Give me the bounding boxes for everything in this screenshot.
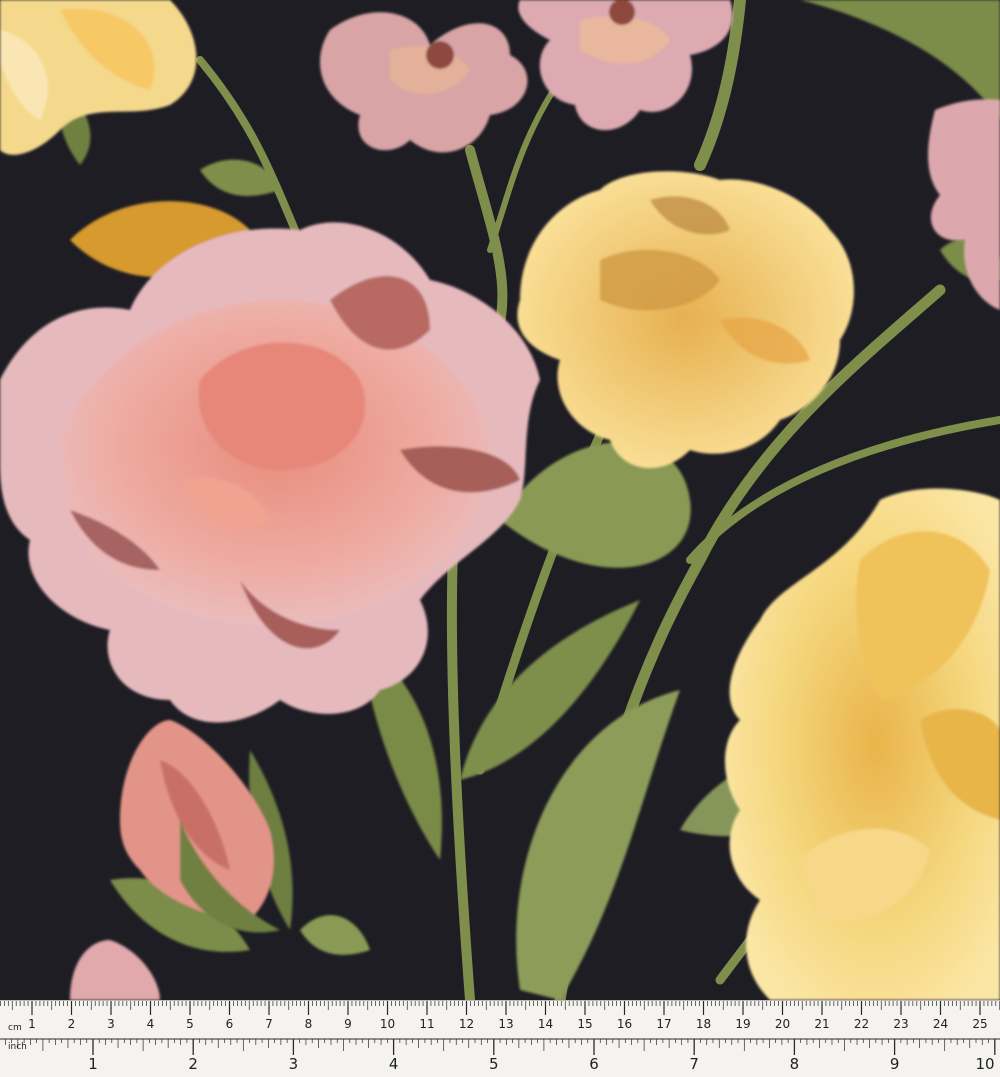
cm-tick-label: 18 xyxy=(695,1017,712,1031)
cm-tick-label: 4 xyxy=(146,1017,155,1031)
fabric-swatch-image: cm inch 1 2 3 4 5 6 7 8 9 10 11 12 13 14 15 16 17 18 19 20 2… xyxy=(0,0,1000,1077)
cm-tick-label: 5 xyxy=(186,1017,194,1031)
cm-tick-label: 16 xyxy=(616,1017,633,1031)
inch-tick-label: 2 xyxy=(188,1055,198,1073)
ruler-ticks xyxy=(0,1001,1000,1055)
inch-tick-label: 1 xyxy=(88,1055,98,1073)
inch-tick-label: 9 xyxy=(889,1055,900,1073)
cm-tick-label: 15 xyxy=(577,1017,593,1031)
cm-tick-label: 25 xyxy=(972,1017,988,1031)
cm-tick-label: 1 xyxy=(28,1017,36,1031)
cm-tick-label: 21 xyxy=(814,1017,830,1031)
measuring-ruler: cm inch 1 2 3 4 5 6 7 8 9 10 11 12 13 14 15 16 17 18 19 20 2… xyxy=(0,1000,1000,1077)
cm-tick-label: 3 xyxy=(107,1017,115,1031)
cm-tick-label: 23 xyxy=(893,1017,909,1031)
cm-tick-label: 19 xyxy=(735,1017,751,1031)
floral-print-fabric xyxy=(0,0,1000,1000)
cm-tick-label: 7 xyxy=(265,1017,273,1031)
inch-unit-label: inch xyxy=(8,1042,27,1052)
inch-tick-label: 6 xyxy=(589,1055,599,1073)
cm-tick-label: 11 xyxy=(419,1017,435,1031)
cm-tick-label: 14 xyxy=(537,1017,554,1031)
inch-tick-label: 4 xyxy=(388,1055,399,1073)
cm-tick-label: 6 xyxy=(225,1017,234,1031)
cm-tick-label: 2 xyxy=(67,1017,76,1031)
cm-tick-label: 22 xyxy=(853,1017,870,1031)
cm-unit-label: cm xyxy=(8,1023,22,1033)
inch-tick-label: 10 xyxy=(975,1055,995,1073)
cm-tick-label: 13 xyxy=(498,1017,514,1031)
cm-tick-label: 17 xyxy=(656,1017,672,1031)
inch-tick-label: 8 xyxy=(789,1055,800,1073)
cm-tick-label: 9 xyxy=(344,1017,352,1031)
cm-tick-label: 12 xyxy=(458,1017,475,1031)
cm-tick-label: 20 xyxy=(774,1017,791,1031)
cm-tick-label: 10 xyxy=(379,1017,396,1031)
cm-tick-label: 24 xyxy=(932,1017,949,1031)
inch-tick-label: 5 xyxy=(489,1055,499,1073)
cm-tick-label: 8 xyxy=(304,1017,313,1031)
inch-tick-label: 3 xyxy=(288,1055,299,1073)
inch-tick-label: 7 xyxy=(689,1055,699,1073)
